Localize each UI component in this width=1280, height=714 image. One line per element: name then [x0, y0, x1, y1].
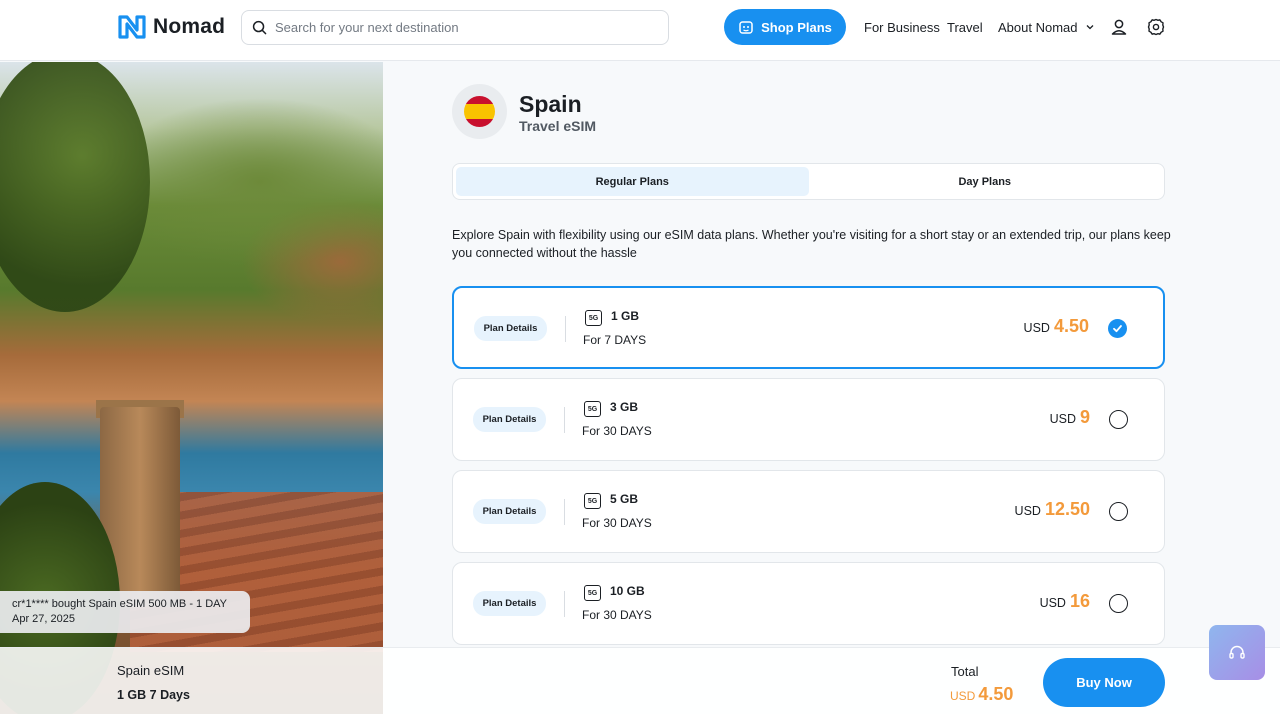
- network-5g-icon: 5G: [585, 310, 602, 326]
- plan-price: USD 9: [1050, 407, 1090, 428]
- total-price: USD 4.50: [950, 684, 1013, 705]
- shop-icon: [739, 21, 753, 34]
- buy-now-button[interactable]: Buy Now: [1043, 658, 1165, 707]
- flag-badge: [452, 84, 507, 139]
- plan-price: USD 4.50: [1024, 316, 1089, 337]
- network-5g-icon: 5G: [584, 493, 601, 509]
- plan-radio[interactable]: [1109, 410, 1128, 429]
- plan-type-tabs: Regular Plans Day Plans: [452, 163, 1165, 200]
- plan-data-amount: 10 GB: [610, 584, 645, 598]
- shop-plans-label: Shop Plans: [761, 19, 832, 35]
- plan-radio-selected[interactable]: [1108, 319, 1127, 338]
- divider: [565, 316, 566, 342]
- network-5g-icon: 5G: [584, 401, 601, 417]
- plan-card[interactable]: Plan Details 5G 5 GB For 30 DAYS USD 12.…: [452, 470, 1165, 553]
- plan-currency: USD: [1049, 412, 1076, 426]
- plans-description: Explore Spain with flexibility using our…: [452, 228, 1171, 260]
- plan-data-amount: 5 GB: [610, 492, 639, 506]
- search-input[interactable]: [275, 20, 655, 35]
- hero-tree-shape: [0, 62, 150, 312]
- user-icon[interactable]: [1109, 17, 1129, 37]
- total-currency: USD: [950, 689, 976, 703]
- plan-price-amount: 16: [1069, 591, 1090, 611]
- plan-data-amount: 3 GB: [610, 400, 639, 414]
- checkout-bar: Spain eSIM 1 GB 7 Days Total USD 4.50 Bu…: [0, 647, 1280, 714]
- nav-for-business[interactable]: For Business: [864, 20, 940, 35]
- plan-duration: For 30 DAYS: [582, 608, 652, 622]
- top-header: Nomad Shop Plans For Business Travel Abo…: [0, 0, 1280, 61]
- country-subtitle: Travel eSIM: [519, 117, 597, 134]
- tab-day-plans[interactable]: Day Plans: [809, 167, 1162, 196]
- chevron-down-icon: [1086, 25, 1094, 30]
- total-amount: 4.50: [978, 684, 1014, 704]
- gear-icon[interactable]: [1146, 17, 1166, 37]
- plan-details-button[interactable]: Plan Details: [473, 407, 546, 432]
- plan-currency: USD: [1039, 596, 1066, 610]
- selected-plan-summary: 1 GB 7 Days: [117, 688, 190, 702]
- plan-radio[interactable]: [1109, 594, 1128, 613]
- plan-price: USD 16: [1040, 591, 1090, 612]
- network-5g-icon: 5G: [584, 585, 601, 601]
- plan-details-button[interactable]: Plan Details: [473, 499, 546, 524]
- divider: [564, 499, 565, 525]
- plan-card[interactable]: Plan Details 5G 10 GB For 30 DAYS USD 16: [452, 562, 1165, 645]
- plan-details-button[interactable]: Plan Details: [474, 316, 547, 341]
- plan-price-amount: 12.50: [1044, 499, 1090, 519]
- divider: [564, 591, 565, 617]
- plan-details-button[interactable]: Plan Details: [473, 591, 546, 616]
- check-icon: [1113, 325, 1122, 333]
- country-header: Spain Travel eSIM: [452, 84, 596, 139]
- nav-travel[interactable]: Travel: [947, 20, 983, 35]
- plan-price-amount: 9: [1079, 407, 1090, 427]
- recent-purchase-toast: cr*1**** bought Spain eSIM 500 MB - 1 DA…: [0, 591, 250, 633]
- tab-regular-plans[interactable]: Regular Plans: [456, 167, 809, 196]
- plan-duration: For 30 DAYS: [582, 424, 652, 438]
- plan-radio[interactable]: [1109, 502, 1128, 521]
- plan-currency: USD: [1014, 504, 1041, 518]
- nav-about-label: About Nomad: [998, 20, 1078, 35]
- plan-data-amount: 1 GB: [611, 309, 640, 323]
- shop-plans-button[interactable]: Shop Plans: [724, 9, 846, 45]
- support-chat-button[interactable]: [1209, 625, 1265, 680]
- plan-duration: For 7 DAYS: [583, 333, 647, 347]
- plan-price: USD 12.50: [1015, 499, 1090, 520]
- plan-card[interactable]: Plan Details 5G 3 GB For 30 DAYS USD 9: [452, 378, 1165, 461]
- plan-duration: For 30 DAYS: [582, 516, 652, 530]
- divider: [564, 407, 565, 433]
- search-bar[interactable]: [241, 10, 669, 45]
- nav-about-nomad[interactable]: About Nomad: [998, 20, 1095, 35]
- country-name: Spain: [519, 90, 582, 117]
- headset-icon: [1229, 645, 1245, 659]
- logo[interactable]: Nomad: [117, 14, 225, 40]
- spain-flag-icon: [464, 96, 495, 127]
- plan-card[interactable]: Plan Details 5G 1 GB For 7 DAYS USD 4.50: [452, 286, 1165, 369]
- search-icon: [252, 20, 267, 35]
- total-label: Total: [951, 664, 979, 679]
- plan-currency: USD: [1023, 321, 1050, 335]
- logo-text: Nomad: [153, 15, 226, 38]
- plan-price-amount: 4.50: [1053, 316, 1089, 336]
- nomad-logo-icon: [118, 15, 146, 39]
- selected-product-name: Spain eSIM: [117, 663, 185, 678]
